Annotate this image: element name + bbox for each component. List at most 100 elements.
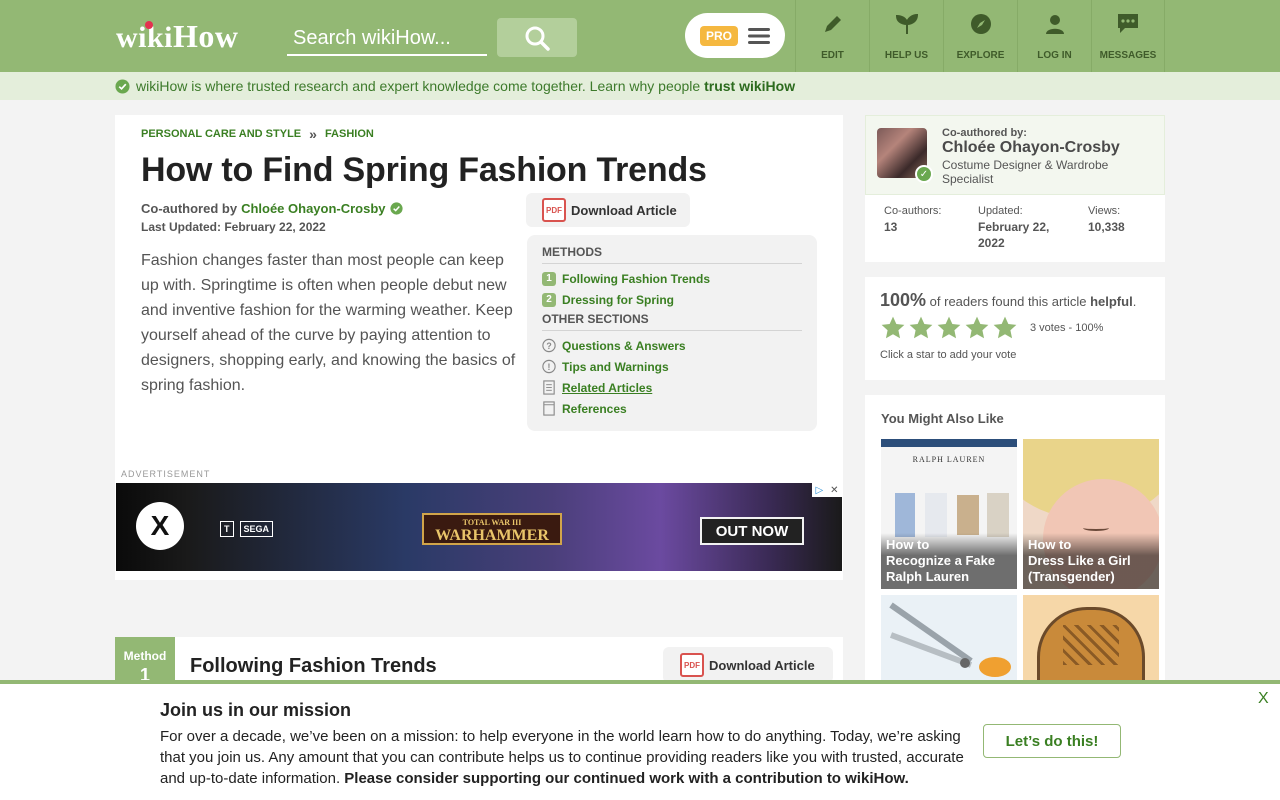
toc-tips[interactable]: ! Tips and Warnings — [542, 356, 802, 377]
trust-banner: wikiHow is where trusted research and ex… — [0, 72, 1280, 100]
you-might-also-like: You Might Also Like RALPH LAUREN How to R… — [865, 395, 1165, 745]
chat-bubble-icon — [1114, 10, 1142, 38]
thumb-eye — [1083, 525, 1109, 531]
star-icon[interactable] — [964, 315, 990, 341]
thumb-site-header — [881, 439, 1017, 447]
thumb-shirt — [895, 493, 915, 537]
toc-references[interactable]: References — [542, 398, 802, 419]
coauthor-name[interactable]: Chloée Ohayon-Crosby — [942, 139, 1120, 157]
coauthor-label: Co-authored by: — [942, 127, 1027, 139]
toc-methods-heading: METHODS — [542, 245, 802, 264]
exclamation-circle-icon: ! — [542, 359, 556, 374]
nav-edit[interactable]: EDIT — [795, 0, 869, 72]
download-article-button-2[interactable]: PDF Download Article — [663, 647, 833, 683]
stat-updated: Updated: February 22, 2022 — [978, 205, 1050, 250]
document-icon — [542, 380, 556, 395]
ad-close-icon[interactable]: ✕ — [830, 485, 838, 496]
nav-explore[interactable]: EXPLORE — [943, 0, 1017, 72]
author-link[interactable]: Chloée Ohayon-Crosby — [241, 201, 385, 216]
compass-icon — [967, 10, 995, 38]
toc-questions[interactable]: ? Questions & Answers — [542, 335, 802, 356]
download-label: Download Article — [571, 202, 677, 218]
nav-log-in[interactable]: LOG IN — [1017, 0, 1091, 72]
star-icon[interactable] — [908, 315, 934, 341]
vote-count: 3 votes - 100% — [1030, 322, 1104, 334]
toc-method-number: 2 — [542, 292, 556, 307]
nav-messages[interactable]: MESSAGES — [1091, 0, 1165, 72]
breadcrumb-personal-care[interactable]: PERSONAL CARE AND STYLE — [141, 128, 301, 140]
ad-game-logo: TOTAL WAR III WARHAMMER — [422, 513, 562, 545]
trust-link[interactable]: trust wikiHow — [704, 78, 795, 94]
trust-text: wikiHow is where trusted research and ex… — [136, 78, 796, 94]
breadcrumb-fashion[interactable]: FASHION — [325, 128, 374, 140]
toc-method-1[interactable]: 1 Following Fashion Trends — [542, 268, 802, 289]
thumb-bag-pattern — [1063, 625, 1119, 665]
hamburger-menu-icon — [748, 27, 770, 44]
search-input[interactable] — [287, 22, 487, 56]
vote-hint: Click a star to add your vote — [880, 349, 1017, 361]
nav-label: EXPLORE — [956, 50, 1005, 61]
breadcrumb: PERSONAL CARE AND STYLE » FASHION — [141, 126, 374, 142]
download-label: Download Article — [709, 657, 815, 673]
star-icon[interactable] — [992, 315, 1018, 341]
wikihow-logo[interactable]: wikiHow — [116, 18, 239, 55]
related-caption: How to Dress Like a Girl (Transgender) — [1023, 533, 1159, 589]
byline-prefix: Co-authored by — [141, 201, 238, 216]
ad-choices-icon[interactable]: ▷ ✕ — [812, 483, 842, 497]
coauthor-header: ✓ Co-authored by: Chloée Ohayon-Crosby C… — [865, 115, 1165, 195]
scissors-icon — [889, 602, 1011, 677]
top-header: wikiHow PRO EDIT HELP US EXPLORE LOG IN … — [0, 0, 1280, 72]
helpful-percent: 100% — [880, 290, 927, 310]
download-article-button[interactable]: PDF Download Article — [526, 193, 690, 227]
verified-check-icon: ✓ — [915, 165, 933, 183]
star-icon[interactable] — [936, 315, 962, 341]
ad-info-icon: ▷ — [815, 484, 824, 496]
helpful-summary: 100% of readers found this article helpf… — [880, 290, 1137, 310]
question-circle-icon: ? — [542, 338, 556, 353]
nav-label: HELP US — [884, 50, 929, 61]
logo-how-text: How — [173, 18, 239, 54]
pencil-icon — [819, 10, 847, 38]
star-rating — [880, 315, 1018, 341]
yml-heading: You Might Also Like — [881, 411, 1004, 426]
trust-banner-content: wikiHow is where trusted research and ex… — [115, 78, 795, 94]
article-stats: Co-authors: 13 Updated: February 22, 2022 … — [865, 203, 1165, 251]
related-article-dress-like-girl[interactable]: How to Dress Like a Girl (Transgender) — [1023, 439, 1159, 589]
star-icon[interactable] — [880, 315, 906, 341]
last-updated: Last Updated: February 22, 2022 — [141, 220, 326, 234]
method-title: Following Fashion Trends — [190, 655, 437, 677]
byline: Co-authored by Chloée Ohayon-Crosby — [141, 201, 403, 216]
sprout-icon — [893, 10, 921, 38]
toc-related[interactable]: Related Articles — [542, 377, 802, 398]
advertisement-label: ADVERTISEMENT — [121, 469, 211, 479]
pdf-icon: PDF — [542, 198, 566, 222]
article-intro-card: PERSONAL CARE AND STYLE » FASHION How to… — [115, 115, 843, 580]
thumb-shirt — [957, 495, 979, 535]
ad-cta: OUT NOW — [700, 517, 804, 545]
mission-text: For over a decade, we’ve been on a missi… — [160, 728, 964, 787]
toc-method-2[interactable]: 2 Dressing for Spring — [542, 289, 802, 310]
mission-close-button[interactable]: X — [1258, 690, 1269, 708]
table-of-contents: METHODS 1 Following Fashion Trends 2 Dre… — [527, 235, 817, 431]
article-intro: Fashion changes faster than most people … — [141, 252, 516, 394]
lets-do-this-button[interactable]: Let’s do this! — [983, 724, 1121, 758]
search-button[interactable] — [497, 18, 577, 57]
coauthor-card: ✓ Co-authored by: Chloée Ohayon-Crosby C… — [865, 115, 1165, 262]
logo-dot — [145, 21, 153, 29]
nav-help-us[interactable]: HELP US — [869, 0, 943, 72]
related-caption: How to Recognize a Fake Ralph Lauren — [881, 533, 1017, 589]
advertisement-banner[interactable]: X T SEGA TOTAL WAR III WARHAMMER OUT NOW… — [116, 483, 842, 571]
nav-label: EDIT — [821, 50, 844, 61]
verified-check-icon — [389, 202, 403, 215]
mission-title: Join us in our mission — [160, 700, 352, 720]
thumb-shirt — [925, 493, 947, 537]
ad-ratings: T SEGA — [220, 521, 274, 537]
pdf-icon: PDF — [680, 653, 704, 677]
toc-other-label: Tips and Warnings — [562, 359, 669, 374]
pro-badge: PRO — [699, 25, 738, 46]
svg-text:?: ? — [546, 341, 551, 351]
user-icon — [1041, 10, 1069, 38]
coauthor-role: Costume Designer & Wardrobe Specialist — [942, 158, 1109, 186]
related-article-ralph-lauren[interactable]: RALPH LAUREN How to Recognize a Fake Ralp… — [881, 439, 1017, 589]
pro-menu-button[interactable]: PRO — [685, 13, 785, 58]
